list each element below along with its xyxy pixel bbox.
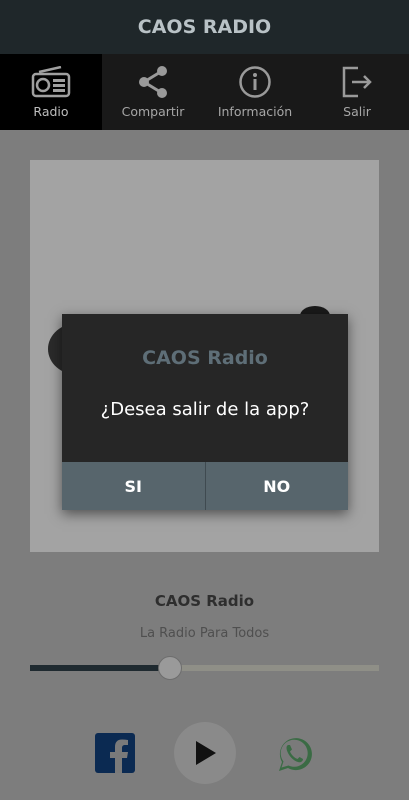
whatsapp-button[interactable] bbox=[273, 733, 315, 775]
tab-radio[interactable]: Radio bbox=[0, 54, 102, 130]
station-tagline: La Radio Para Todos bbox=[139, 626, 270, 641]
radio-icon bbox=[31, 64, 71, 100]
facebook-icon bbox=[110, 739, 128, 773]
volume-slider-fill bbox=[30, 665, 170, 671]
social-row bbox=[0, 722, 409, 784]
facebook-button[interactable] bbox=[95, 733, 135, 773]
exit-dialog: CAOS Radio ¿Desea salir de la app? SI NO bbox=[62, 314, 348, 510]
dialog-message: ¿Desea salir de la app? bbox=[100, 399, 310, 420]
app-title: CAOS RADIO bbox=[137, 16, 272, 38]
confirm-button[interactable]: SI bbox=[62, 462, 206, 510]
tab-bar: Radio Compartir Información Salir bbox=[0, 54, 409, 130]
tab-informacion[interactable]: Información bbox=[204, 54, 306, 130]
volume-slider[interactable] bbox=[30, 665, 379, 671]
app-title-bar: CAOS RADIO bbox=[0, 0, 409, 54]
play-icon bbox=[196, 741, 216, 765]
info-icon bbox=[235, 64, 275, 100]
volume-slider-thumb[interactable] bbox=[157, 656, 182, 680]
station-name: CAOS Radio bbox=[154, 592, 255, 610]
tab-label: Información bbox=[217, 104, 293, 119]
exit-icon bbox=[337, 64, 377, 100]
dialog-buttons: SI NO bbox=[62, 462, 348, 510]
share-icon bbox=[133, 64, 173, 100]
tab-label: Radio bbox=[33, 104, 69, 119]
whatsapp-icon bbox=[279, 738, 312, 771]
tab-label: Compartir bbox=[121, 104, 185, 119]
play-button[interactable] bbox=[174, 722, 236, 784]
tab-label: Salir bbox=[343, 104, 371, 119]
cancel-button[interactable]: NO bbox=[205, 462, 348, 510]
tab-compartir[interactable]: Compartir bbox=[102, 54, 204, 130]
tab-salir[interactable]: Salir bbox=[306, 54, 408, 130]
dialog-title: CAOS Radio bbox=[142, 347, 268, 369]
